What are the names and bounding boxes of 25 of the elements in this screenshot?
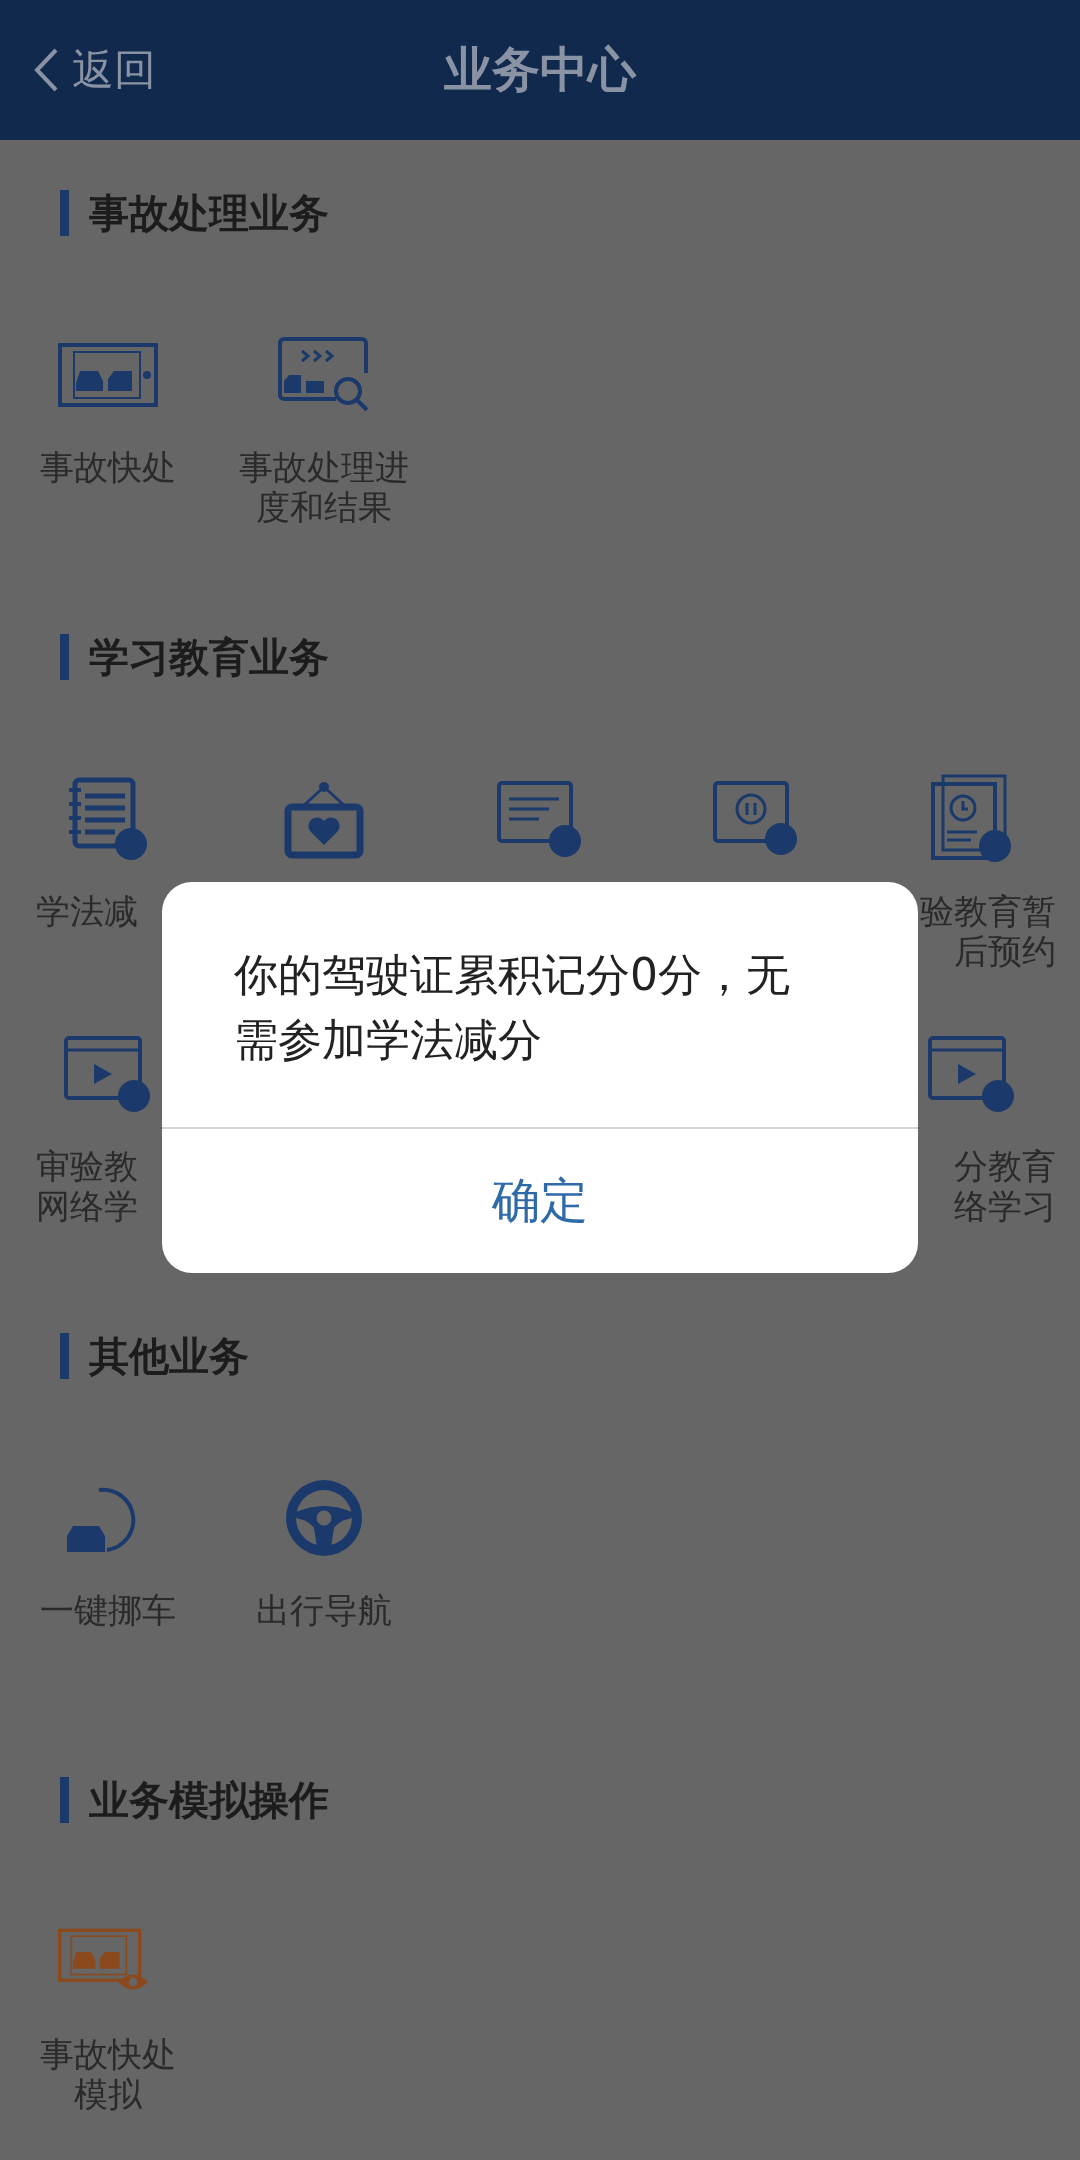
item-label[interactable]: 审验教 网络学 — [0, 1146, 138, 1226]
section-title: 其他业务 — [89, 1331, 249, 1381]
item-label[interactable]: 出行导航 — [256, 1590, 392, 1630]
item-label[interactable]: 分教育 络学习 — [954, 1146, 1080, 1226]
dialog-message: 你的驾驶证累积记分0分，无需参加学法减分 — [233, 948, 791, 1067]
section-marker — [60, 634, 69, 680]
page-title: 业务中心 — [444, 40, 636, 99]
section-marker — [60, 190, 69, 236]
section-title: 事故处理业务 — [89, 188, 329, 238]
section-title: 学习教育业务 — [89, 632, 329, 682]
hanging-heart-sign-icon — [284, 779, 364, 859]
item-label[interactable]: 事故处理进 度和结果 — [239, 447, 409, 527]
section-marker — [60, 1333, 69, 1379]
item-label[interactable]: 学法减 — [0, 891, 138, 931]
item-label[interactable]: 事故快处 模拟 — [40, 2034, 176, 2114]
item-label[interactable]: 事故快处 — [40, 447, 176, 487]
item-label[interactable]: 一键挪车 — [40, 1590, 176, 1630]
chevron-left-icon — [34, 48, 58, 92]
confirm-button[interactable]: 确定 — [162, 1129, 918, 1273]
section-marker — [60, 1777, 69, 1823]
car-crash-phone-icon — [58, 343, 158, 407]
section-title: 业务模拟操作 — [89, 1775, 329, 1825]
steering-wheel-icon — [284, 1478, 364, 1558]
back-button[interactable]: 返回 — [34, 42, 156, 98]
item-label[interactable]: 验教育暂 后预约 — [920, 891, 1080, 971]
